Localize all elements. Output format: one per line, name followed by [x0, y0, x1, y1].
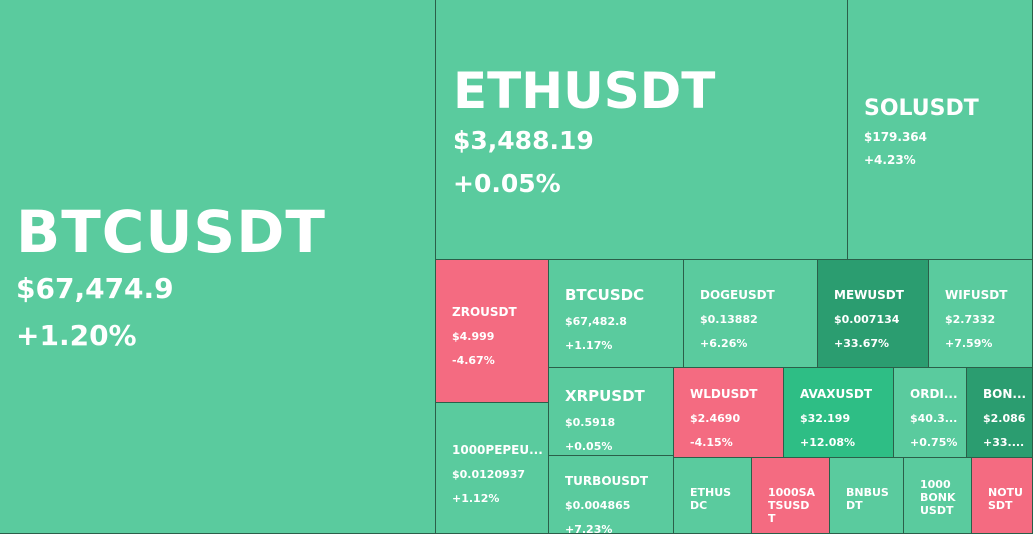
- change: -4.67%: [452, 354, 495, 367]
- tile-bnbusdt[interactable]: BNBUSDT: [830, 458, 904, 534]
- price: $4.999: [452, 330, 495, 343]
- symbol: WIFUSDT: [945, 288, 1008, 302]
- tile-1000satsusdt[interactable]: 1000SATSUSDT: [752, 458, 830, 534]
- symbol: BTCUSDC: [565, 286, 645, 304]
- price: $2.086: [983, 412, 1026, 425]
- price: $67,474.9: [16, 272, 174, 305]
- symbol: WLDUSDT: [690, 387, 758, 401]
- change: +6.26%: [700, 337, 748, 350]
- change: +1.17%: [565, 339, 613, 352]
- tile-notusdt[interactable]: NOTUSDT: [972, 458, 1033, 534]
- change: +0.75%: [910, 436, 958, 449]
- tile-ethusdc[interactable]: ETHUSDC: [674, 458, 752, 534]
- tile-avaxusdt[interactable]: AVAXUSDT $32.199 +12.08%: [784, 368, 894, 458]
- tile-1000pepeusdt[interactable]: 1000PEPEU... $0.0120937 +1.12%: [436, 403, 549, 534]
- tile-btcusdc[interactable]: BTCUSDC $67,482.8 +1.17%: [549, 260, 684, 368]
- crypto-heatmap: BTCUSDT $67,474.9 +1.20% ETHUSDT $3,488.…: [0, 0, 1033, 534]
- symbol: ETHUSDC: [690, 486, 732, 512]
- tile-1000bonkusdt[interactable]: 1000BONKUSDT: [904, 458, 972, 534]
- symbol: TURBOUSDT: [565, 474, 649, 488]
- change: +33....: [983, 436, 1025, 449]
- symbol: BON...: [983, 387, 1027, 401]
- change: +4.23%: [864, 153, 916, 167]
- symbol: 1000BONKUSDT: [920, 478, 956, 517]
- symbol: BNBUSDT: [846, 486, 889, 512]
- tile-zrousdt[interactable]: ZROUSDT $4.999 -4.67%: [436, 260, 549, 403]
- symbol: ETHUSDT: [453, 62, 716, 120]
- price: $67,482.8: [565, 315, 627, 328]
- change: +1.12%: [452, 492, 500, 505]
- tile-btcusdt[interactable]: BTCUSDT $67,474.9 +1.20%: [0, 0, 436, 534]
- tile-dogeusdt[interactable]: DOGEUSDT $0.13882 +6.26%: [684, 260, 818, 368]
- symbol: DOGEUSDT: [700, 288, 775, 302]
- change: +33.67%: [834, 337, 890, 350]
- tile-wifusdt[interactable]: WIFUSDT $2.7332 +7.59%: [929, 260, 1033, 368]
- symbol: 1000PEPEU...: [452, 443, 542, 457]
- tile-mewusdt[interactable]: MEWUSDT $0.007134 +33.67%: [818, 260, 929, 368]
- change: +12.08%: [800, 436, 856, 449]
- change: +7.23%: [565, 523, 613, 534]
- tile-ordiusdt[interactable]: ORDI... $40.3... +0.75%: [894, 368, 967, 458]
- price: $40.3...: [910, 412, 958, 425]
- tile-solusdt[interactable]: SOLUSDT $179.364 +4.23%: [848, 0, 1033, 260]
- change: +0.05%: [453, 169, 561, 198]
- symbol: NOTUSDT: [988, 486, 1023, 512]
- tile-xrpusdt[interactable]: XRPUSDT $0.5918 +0.05%: [549, 368, 674, 456]
- change: -4.15%: [690, 436, 733, 449]
- symbol: XRPUSDT: [565, 387, 645, 405]
- price: $0.13882: [700, 313, 758, 326]
- price: $2.7332: [945, 313, 996, 326]
- price: $2.4690: [690, 412, 741, 425]
- symbol: AVAXUSDT: [800, 387, 873, 401]
- symbol: MEWUSDT: [834, 288, 904, 302]
- price: $0.5918: [565, 416, 616, 429]
- tile-ethusdt[interactable]: ETHUSDT $3,488.19 +0.05%: [436, 0, 848, 260]
- tile-bonkusdt[interactable]: BON... $2.086 +33....: [967, 368, 1033, 458]
- price: $0.007134: [834, 313, 900, 326]
- tile-wldusdt[interactable]: WLDUSDT $2.4690 -4.15%: [674, 368, 784, 458]
- symbol: 1000SATSUSDT: [768, 486, 816, 525]
- symbol: SOLUSDT: [864, 96, 979, 121]
- price: $179.364: [864, 130, 928, 144]
- change: +1.20%: [16, 319, 137, 352]
- symbol: BTCUSDT: [16, 198, 326, 266]
- price: $0.004865: [565, 499, 631, 512]
- symbol: ORDI...: [910, 387, 958, 401]
- price: $32.199: [800, 412, 851, 425]
- price: $0.0120937: [452, 468, 526, 481]
- tile-turbousdt[interactable]: TURBOUSDT $0.004865 +7.23%: [549, 456, 674, 534]
- price: $3,488.19: [453, 126, 594, 155]
- symbol: ZROUSDT: [452, 305, 517, 319]
- change: +7.59%: [945, 337, 993, 350]
- change: +0.05%: [565, 440, 613, 453]
